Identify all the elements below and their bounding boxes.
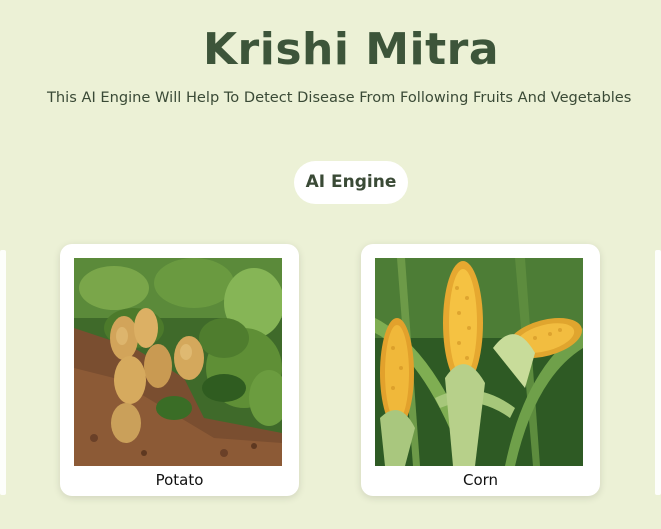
ai-engine-button[interactable]: AI Engine bbox=[294, 161, 408, 204]
page-subtitle: This AI Engine Will Help To Detect Disea… bbox=[47, 89, 632, 106]
corn-label: Corn bbox=[462, 471, 499, 489]
page-title: Krishi Mitra bbox=[202, 24, 500, 75]
carousel-prev-card-edge[interactable] bbox=[0, 250, 6, 495]
potato-image bbox=[74, 258, 282, 466]
potato-card[interactable]: Potato bbox=[60, 244, 299, 496]
corn-image bbox=[375, 258, 583, 466]
potato-label: Potato bbox=[155, 471, 204, 489]
carousel-next-card-edge[interactable] bbox=[655, 250, 661, 495]
corn-card[interactable]: Corn bbox=[361, 244, 600, 496]
